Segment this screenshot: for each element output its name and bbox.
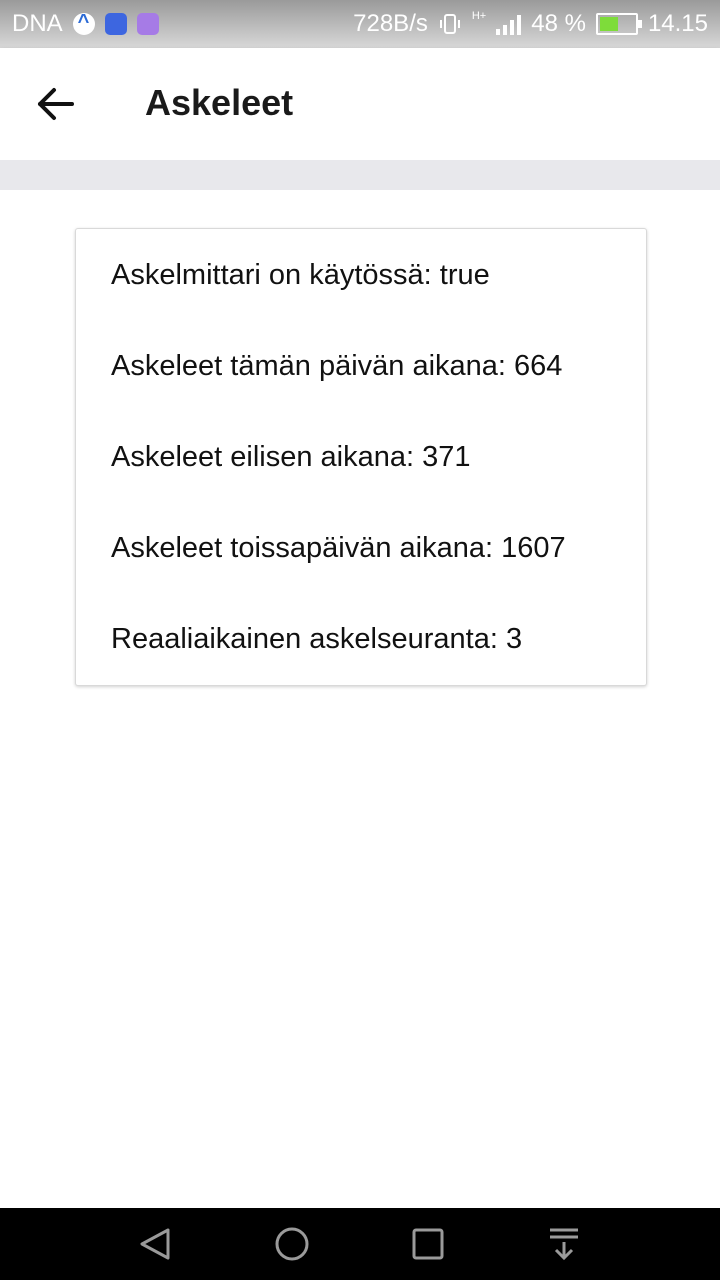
steps-day-before-yesterday-text: Askeleet toissapäivän aikana: 1607 <box>111 532 566 564</box>
status-bar-left: DNA <box>12 10 159 38</box>
recents-square-icon[interactable] <box>408 1224 448 1264</box>
vibrate-icon <box>439 14 460 34</box>
steps-card: Askelmittari on käytössä: true Askeleet … <box>75 228 647 686</box>
battery-icon <box>595 13 642 35</box>
steps-yesterday-text: Askeleet eilisen aikana: 371 <box>111 441 471 473</box>
arrow-left-icon <box>38 88 74 120</box>
app-notification-icon <box>72 11 95 35</box>
steps-today-text: Askeleet tämän päivän aikana: 664 <box>111 350 563 382</box>
gallery-icon <box>136 13 159 35</box>
back-button[interactable] <box>30 78 82 130</box>
shoe-app-icon <box>104 13 127 35</box>
page-title: Askeleet <box>145 82 294 123</box>
divider-band <box>0 160 720 190</box>
network-type: H+ <box>471 10 487 22</box>
back-triangle-icon[interactable] <box>136 1224 176 1264</box>
notification-pulldown-icon[interactable] <box>544 1224 584 1264</box>
battery-percent: 48 % <box>531 10 586 37</box>
signal-icon <box>496 13 522 35</box>
clock: 14.15 <box>647 10 708 37</box>
app-bar: Askeleet <box>0 48 720 160</box>
navigation-bar <box>0 1208 720 1280</box>
carrier-label: DNA <box>12 10 63 37</box>
status-bar-right: 728B/s H+ 48 % 14.15 <box>353 10 708 38</box>
realtime-step-tracking-text: Reaaliaikainen askelseuranta: 3 <box>111 623 523 655</box>
step-counter-enabled-text: Askelmittari on käytössä: true <box>111 259 490 291</box>
status-bar: DNA 728B/s H+ 48 % 14.15 <box>0 0 720 48</box>
net-speed: 728B/s <box>353 10 428 37</box>
home-circle-icon[interactable] <box>272 1224 312 1264</box>
